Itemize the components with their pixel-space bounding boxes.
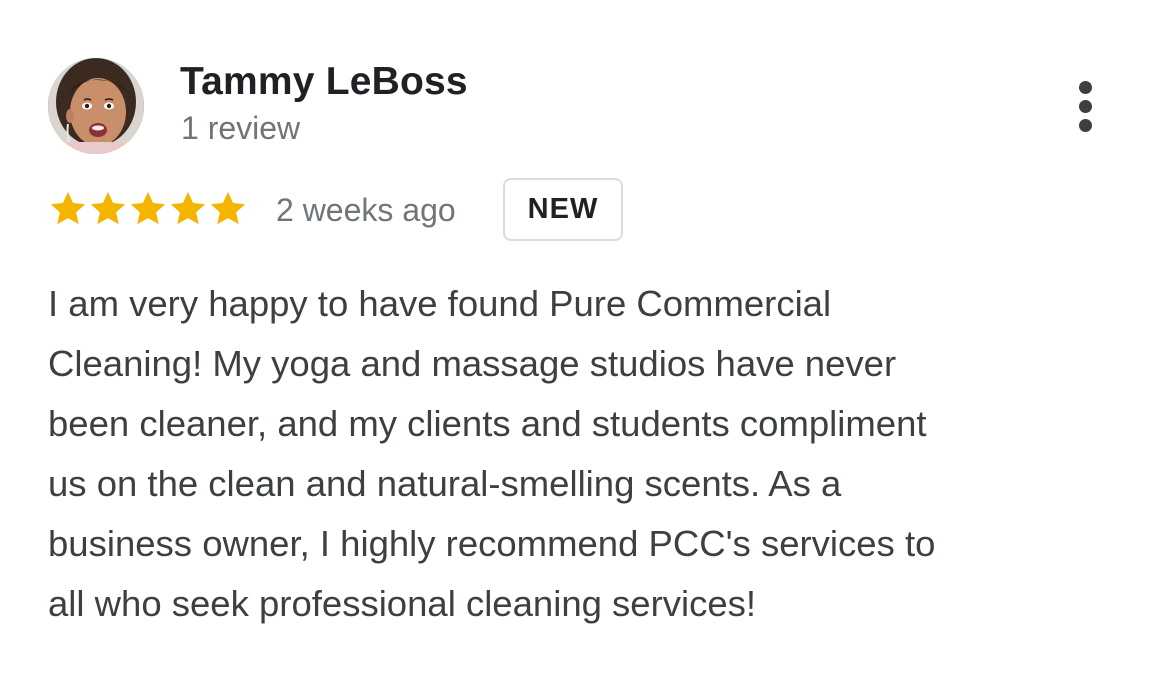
star-icon: [48, 189, 88, 229]
review-text-line: been cleaner, and my clients and student…: [48, 403, 927, 444]
review-text-line: Cleaning! My yoga and massage studios ha…: [48, 343, 897, 384]
avatar-image: [48, 58, 144, 154]
review-date: 2 weeks ago: [276, 192, 456, 228]
review-text-line: business owner, I highly recommend PCC's…: [48, 523, 936, 564]
star-icon: [88, 189, 128, 229]
new-badge: NEW: [503, 178, 623, 241]
star-icon: [128, 189, 168, 229]
review-text-line: all who seek professional cleaning servi…: [48, 583, 757, 624]
review-count[interactable]: 1 review: [181, 110, 300, 147]
review-text-line: I am very happy to have found Pure Comme…: [48, 283, 832, 324]
review-text-line: us on the clean and natural-smelling sce…: [48, 463, 842, 504]
star-rating: [48, 187, 248, 231]
star-icon: [168, 189, 208, 229]
reviewer-name[interactable]: Tammy LeBoss: [180, 60, 468, 104]
more-options-button[interactable]: [1066, 76, 1106, 136]
avatar[interactable]: [48, 58, 144, 154]
more-vert-icon-dot: [1079, 100, 1092, 113]
review-card: Tammy LeBoss 1 review 2 weeks ago NEW I …: [0, 0, 1170, 674]
review-text: I am very happy to have found Pure Comme…: [48, 274, 1128, 634]
more-vert-icon-dot: [1079, 119, 1092, 132]
more-vert-icon: [1079, 81, 1092, 94]
star-icon: [208, 189, 248, 229]
